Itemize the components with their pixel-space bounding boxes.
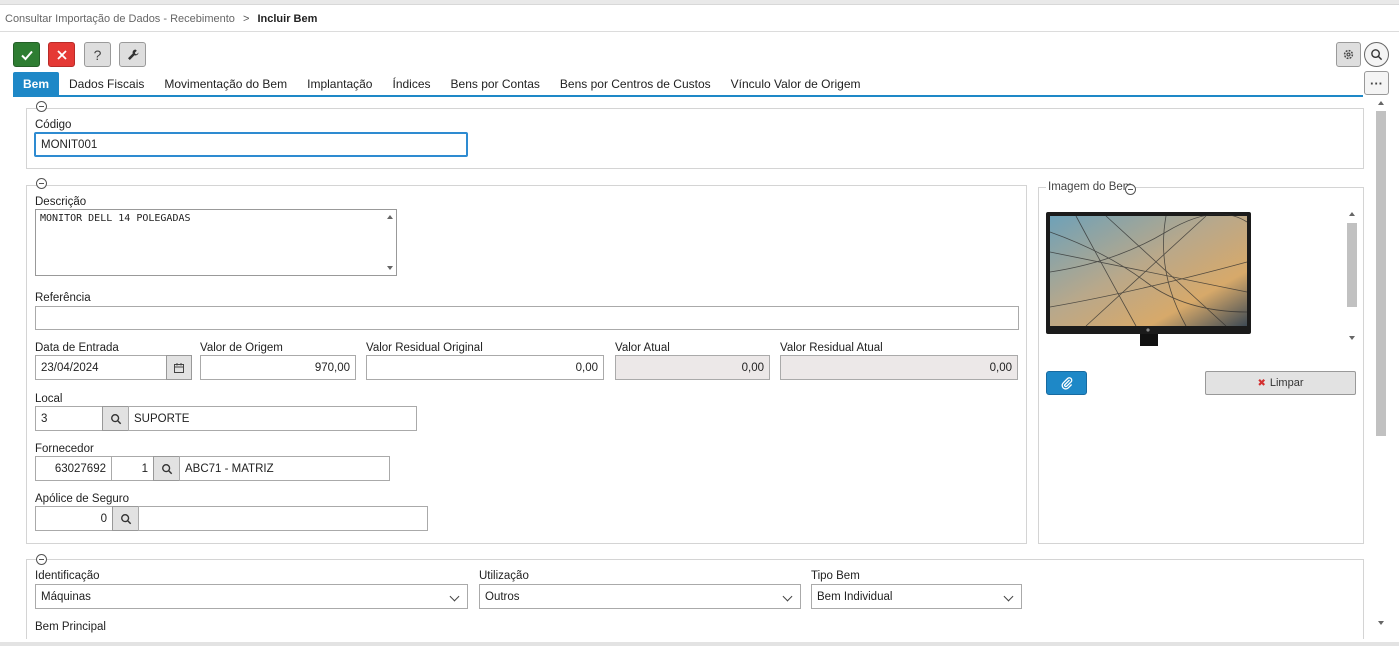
tab-bens-por-centros-de-custos[interactable]: Bens por Centros de Custos xyxy=(550,72,721,96)
paperclip-icon xyxy=(1061,377,1072,390)
identificacao-label: Identificação xyxy=(35,570,100,582)
main-scrollbar[interactable] xyxy=(1375,98,1387,631)
apolice-search-button[interactable] xyxy=(112,506,139,531)
chevron-down-icon xyxy=(449,591,460,602)
valor-origem-label: Valor de Origem xyxy=(200,342,283,354)
tipo-bem-value: Bem Individual xyxy=(817,590,893,603)
search-button[interactable] xyxy=(1364,42,1389,67)
search-icon xyxy=(110,413,121,424)
tab-vinculo-valor-de-origem[interactable]: Vínculo Valor de Origem xyxy=(721,72,871,96)
imagem-scrollbar-thumb[interactable] xyxy=(1347,223,1357,307)
help-button[interactable]: ? xyxy=(84,42,111,67)
valor-residual-atual-input: 0,00 xyxy=(780,355,1018,380)
clear-image-label: Limpar xyxy=(1269,377,1304,389)
tab-bem[interactable]: Bem xyxy=(13,72,60,96)
calendar-icon xyxy=(174,362,184,373)
chevron-down-icon xyxy=(782,591,793,602)
clear-image-button[interactable]: ✖ Limpar xyxy=(1205,371,1356,395)
collapse-codigo-icon[interactable] xyxy=(36,101,47,112)
breadcrumb-current: Incluir Bem xyxy=(257,13,318,25)
referencia-label: Referência xyxy=(35,292,91,304)
search-icon xyxy=(161,463,172,474)
fornecedor-search-button[interactable] xyxy=(153,456,180,481)
tab-bar: Bem Dados Fiscais Movimentação do Bem Im… xyxy=(13,72,871,96)
utilizacao-value: Outros xyxy=(485,590,520,603)
fornecedor-store-input[interactable]: 1 xyxy=(111,456,154,481)
local-search-button[interactable] xyxy=(102,406,129,431)
collapse-classificacao-icon[interactable] xyxy=(36,554,47,565)
settings-button[interactable] xyxy=(1336,42,1361,67)
breadcrumb-separator: > xyxy=(242,13,250,25)
descricao-value: MONITOR DELL 14 POLEGADAS xyxy=(40,213,191,224)
breadcrumb-divider xyxy=(0,31,1399,32)
top-strip xyxy=(0,0,1399,5)
valor-atual-input: 0,00 xyxy=(615,355,770,380)
calendar-button[interactable] xyxy=(166,355,192,380)
tab-dados-fiscais[interactable]: Dados Fiscais xyxy=(59,72,154,96)
bottom-strip xyxy=(0,642,1399,646)
search-icon xyxy=(1371,49,1383,61)
gear-icon xyxy=(1343,49,1354,60)
search-icon xyxy=(120,513,131,524)
breadcrumb: Consultar Importação de Dados - Recebime… xyxy=(5,13,317,25)
imagem-scroll-up-icon[interactable] xyxy=(1349,212,1355,216)
utilizacao-select[interactable]: Outros xyxy=(479,584,801,609)
identificacao-select[interactable]: Máquinas xyxy=(35,584,468,609)
cancel-button[interactable] xyxy=(48,42,75,67)
more-options-button[interactable]: ··· xyxy=(1364,71,1389,95)
valor-atual-label: Valor Atual xyxy=(615,342,670,354)
utilizacao-label: Utilização xyxy=(479,570,529,582)
valor-residual-atual-label: Valor Residual Atual xyxy=(780,342,883,354)
collapse-dados-icon[interactable] xyxy=(36,178,47,189)
tipo-bem-select[interactable]: Bem Individual xyxy=(811,584,1022,609)
fornecedor-label: Fornecedor xyxy=(35,443,94,455)
imagem-scrollbar[interactable] xyxy=(1346,208,1358,344)
data-entrada-label: Data de Entrada xyxy=(35,342,119,354)
valor-residual-original-input[interactable]: 0,00 xyxy=(366,355,604,380)
local-label: Local xyxy=(35,393,63,405)
identificacao-value: Máquinas xyxy=(41,590,91,603)
wrench-icon xyxy=(127,49,138,60)
imagem-scroll-down-icon[interactable] xyxy=(1349,336,1355,340)
apolice-label: Apólice de Seguro xyxy=(35,493,129,505)
valor-origem-input[interactable]: 970,00 xyxy=(200,355,356,380)
chevron-down-icon xyxy=(1003,591,1014,602)
codigo-input[interactable]: MONIT001 xyxy=(34,132,468,157)
fornecedor-code-input[interactable]: 63027692 xyxy=(35,456,112,481)
apolice-code-input[interactable]: 0 xyxy=(35,506,113,531)
tab-indices[interactable]: Índices xyxy=(382,72,440,96)
monitor-image xyxy=(1046,212,1251,347)
codigo-label: Código xyxy=(35,119,72,131)
textarea-scroll-down-icon[interactable] xyxy=(387,266,393,270)
attach-image-button[interactable] xyxy=(1046,371,1087,395)
tab-movimentacao-do-bem[interactable]: Movimentação do Bem xyxy=(154,72,297,96)
check-icon xyxy=(20,50,33,60)
scroll-up-icon[interactable] xyxy=(1378,101,1384,105)
fornecedor-name-input[interactable]: ABC71 - MATRIZ xyxy=(179,456,390,481)
scrollbar-thumb[interactable] xyxy=(1376,111,1386,436)
clear-icon: ✖ xyxy=(1257,377,1266,389)
apolice-name-input[interactable] xyxy=(138,506,428,531)
imagem-title: Imagem do Bem xyxy=(1046,181,1135,193)
close-icon xyxy=(56,49,67,60)
tab-implantacao[interactable]: Implantação xyxy=(297,72,382,96)
tab-bens-por-contas[interactable]: Bens por Contas xyxy=(441,72,550,96)
tipo-bem-label: Tipo Bem xyxy=(811,570,860,582)
tab-underline xyxy=(13,95,1363,97)
tools-button[interactable] xyxy=(119,42,146,67)
valor-residual-original-label: Valor Residual Original xyxy=(366,342,483,354)
scroll-down-icon[interactable] xyxy=(1378,621,1384,625)
descricao-label: Descrição xyxy=(35,196,87,208)
local-name-input[interactable]: SUPORTE xyxy=(128,406,417,431)
descricao-textarea[interactable]: MONITOR DELL 14 POLEGADAS xyxy=(35,209,397,276)
bem-principal-label: Bem Principal xyxy=(35,621,106,633)
textarea-scroll-up-icon[interactable] xyxy=(387,215,393,219)
local-code-input[interactable]: 3 xyxy=(35,406,103,431)
referencia-input[interactable] xyxy=(35,306,1019,330)
collapse-imagem-icon[interactable] xyxy=(1125,184,1136,195)
data-entrada-input[interactable]: 23/04/2024 xyxy=(35,355,167,380)
confirm-button[interactable] xyxy=(13,42,40,67)
breadcrumb-parent[interactable]: Consultar Importação de Dados - Recebime… xyxy=(5,13,235,25)
